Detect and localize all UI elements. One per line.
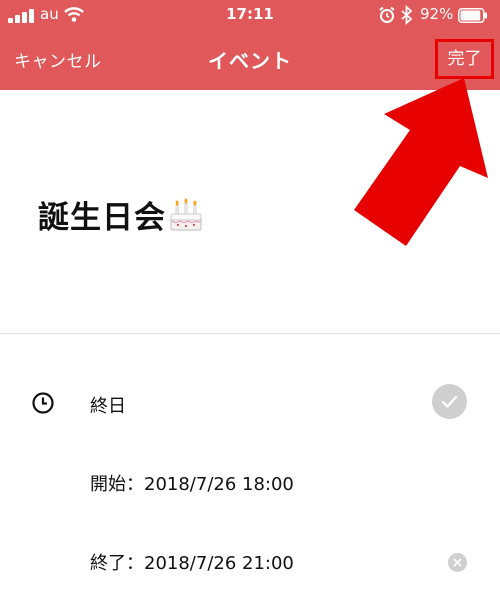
section-divider: [0, 333, 500, 334]
bluetooth-icon: [401, 5, 413, 25]
birthday-cake-icon: [170, 197, 202, 230]
event-title-text: 誕生日会: [38, 200, 166, 236]
clock-icon: [32, 392, 54, 414]
battery-percentage: 92%: [420, 5, 454, 23]
all-day-label: 終日: [90, 396, 126, 417]
checkmark-icon: [441, 395, 458, 408]
close-icon: [453, 558, 462, 567]
all-day-toggle[interactable]: [432, 384, 467, 419]
event-title[interactable]: 誕生日会: [38, 192, 204, 237]
status-bar: au 17:11 92%: [0, 0, 500, 32]
start-datetime[interactable]: 開始：2018/7/26 18:00: [90, 470, 294, 496]
clear-end-button[interactable]: [448, 553, 467, 572]
battery-icon: [458, 8, 487, 23]
annotation-arrow-icon: [354, 78, 488, 246]
end-datetime[interactable]: 終了：2018/7/26 21:00: [90, 549, 294, 575]
alarm-icon: [379, 6, 395, 23]
